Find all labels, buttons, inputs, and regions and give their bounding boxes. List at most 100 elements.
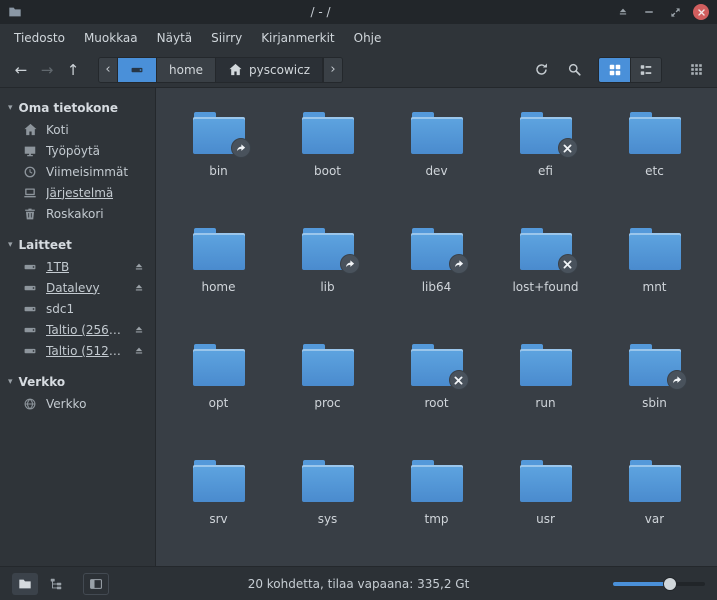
zoom-slider[interactable] [613,574,705,594]
file-item-var[interactable]: var [600,448,709,564]
eject-button[interactable] [131,261,147,273]
sidebar-item-taltio-512[interactable]: Taltio (512 ... [0,340,155,361]
back-button[interactable]: ← [8,57,34,83]
no-access-emblem-icon [449,370,469,390]
menu-item-muokkaa[interactable]: Muokkaa [75,27,147,49]
sidebar-item-verkko[interactable]: Verkko [0,393,155,414]
file-name: dev [425,164,447,178]
sidebar-section-verkko: ▾Verkko Verkko [0,370,155,414]
eject-button[interactable] [131,345,147,357]
reload-icon [534,62,549,77]
file-item-opt[interactable]: opt [164,332,273,448]
breadcrumb-label: home [169,63,203,77]
menu-item-n-yt[interactable]: Näytä [148,27,202,49]
folder-icon [629,228,681,270]
sidebar-item-viimeisimm-t[interactable]: Viimeisimmät [0,161,155,182]
chevron-left-icon: ‹ [105,62,110,77]
sidebar-section-oma-tietokone: ▾Oma tietokoneKoti Työpöytä ViimeisimmätJä… [0,96,155,224]
sidebar-item-label: Roskakori [46,207,104,221]
eject-button[interactable] [615,4,631,20]
detailed-list-view-button[interactable] [630,58,661,82]
file-item-bin[interactable]: bin [164,100,273,216]
file-name: sys [318,512,338,526]
sidebar-item-label: Taltio (512 ... [46,344,123,358]
sidebar-section-header-laitteet[interactable]: ▾ Laitteet [0,233,155,256]
forward-button[interactable]: → [34,57,60,83]
folder-icon [193,460,245,502]
sidebar-section-laitteet: ▾ Laitteet 1TBDatalevysdc1Taltio (256 ... T… [0,233,155,361]
eject-button[interactable] [131,324,147,336]
minimize-button[interactable] [641,4,657,20]
menu-item-tiedosto[interactable]: Tiedosto [5,27,74,49]
show-tree-panel-button[interactable] [43,573,69,595]
menu-item-siirry[interactable]: Siirry [202,27,251,49]
zoom-slider-track[interactable] [613,582,705,586]
breadcrumb-scroll-left-button[interactable]: ‹ [99,58,118,82]
file-item-proc[interactable]: proc [273,332,382,448]
file-item-etc[interactable]: etc [600,100,709,216]
sidebar-section-header-verkko[interactable]: ▾Verkko [0,370,155,393]
folder-icon [8,5,26,19]
sidebar-item-1tb[interactable]: 1TB [0,256,155,277]
file-name: run [535,396,555,410]
file-item-lost-found[interactable]: lost+found [491,216,600,332]
file-item-lib64[interactable]: lib64 [382,216,491,332]
compact-grid-icon [690,63,703,76]
file-item-mnt[interactable]: mnt [600,216,709,332]
icon-view-button[interactable] [599,58,630,82]
menu-item-kirjanmerkit[interactable]: Kirjanmerkit [252,27,343,49]
compact-view-button[interactable] [683,57,709,83]
file-item-run[interactable]: run [491,332,600,448]
drive-icon [22,301,38,317]
file-name: tmp [424,512,448,526]
network-icon [22,396,38,412]
sidebar-section-title: Laitteet [19,238,72,252]
sidebar-item-datalevy[interactable]: Datalevy [0,277,155,298]
drive-icon [22,322,38,338]
sidebar-item-label: Verkko [46,397,86,411]
reload-button[interactable] [528,57,554,83]
sidebar-item-roskakori[interactable]: Roskakori [0,203,155,224]
sidebar-item-ty-p-yt[interactable]: Työpöytä [0,140,155,161]
show-places-panel-button[interactable] [12,573,38,595]
eject-button[interactable] [131,282,147,294]
maximize-button[interactable] [667,4,683,20]
file-item-sbin[interactable]: sbin [600,332,709,448]
folder-icon [193,344,245,386]
zoom-slider-handle[interactable] [663,577,677,591]
sidebar-item-label: Työpöytä [46,144,100,158]
sidebar-section-header-oma-tietokone[interactable]: ▾Oma tietokone [0,96,155,119]
breadcrumb-segment-home[interactable]: home [157,58,216,82]
file-item-lib[interactable]: lib [273,216,382,332]
sidebar-item-koti[interactable]: Koti [0,119,155,140]
window-controls [615,4,709,20]
menu-item-ohje[interactable]: Ohje [345,27,391,49]
file-item-boot[interactable]: boot [273,100,382,216]
up-button[interactable]: ↑ [60,57,86,83]
sidebar-item-sdc1[interactable]: sdc1 [0,298,155,319]
file-item-usr[interactable]: usr [491,448,600,564]
close-button[interactable] [693,4,709,20]
sidebar-item-j-rjestelm[interactable]: Järjestelmä [0,182,155,203]
search-button[interactable] [561,57,587,83]
breadcrumb-segment-user[interactable]: pyscowicz [216,58,323,82]
file-item-srv[interactable]: srv [164,448,273,564]
file-item-dev[interactable]: dev [382,100,491,216]
tree-panel-icon [49,577,63,591]
file-name: home [201,280,235,294]
collapse-arrow-icon: ▾ [8,240,13,250]
file-item-root[interactable]: root [382,332,491,448]
sidebar-item-taltio-256[interactable]: Taltio (256 ... [0,319,155,340]
breadcrumb-scroll-right-button[interactable]: › [323,58,342,82]
system-icon [22,185,38,201]
file-item-sys[interactable]: sys [273,448,382,564]
folder-icon [302,460,354,502]
file-item-efi[interactable]: efi [491,100,600,216]
places-panel-icon [18,577,32,591]
file-item-home[interactable]: home [164,216,273,332]
split-view-button[interactable] [83,573,109,595]
file-item-tmp[interactable]: tmp [382,448,491,564]
breadcrumb-segment-root[interactable] [118,58,157,82]
collapse-arrow-icon: ▾ [8,377,13,387]
file-name: boot [314,164,341,178]
